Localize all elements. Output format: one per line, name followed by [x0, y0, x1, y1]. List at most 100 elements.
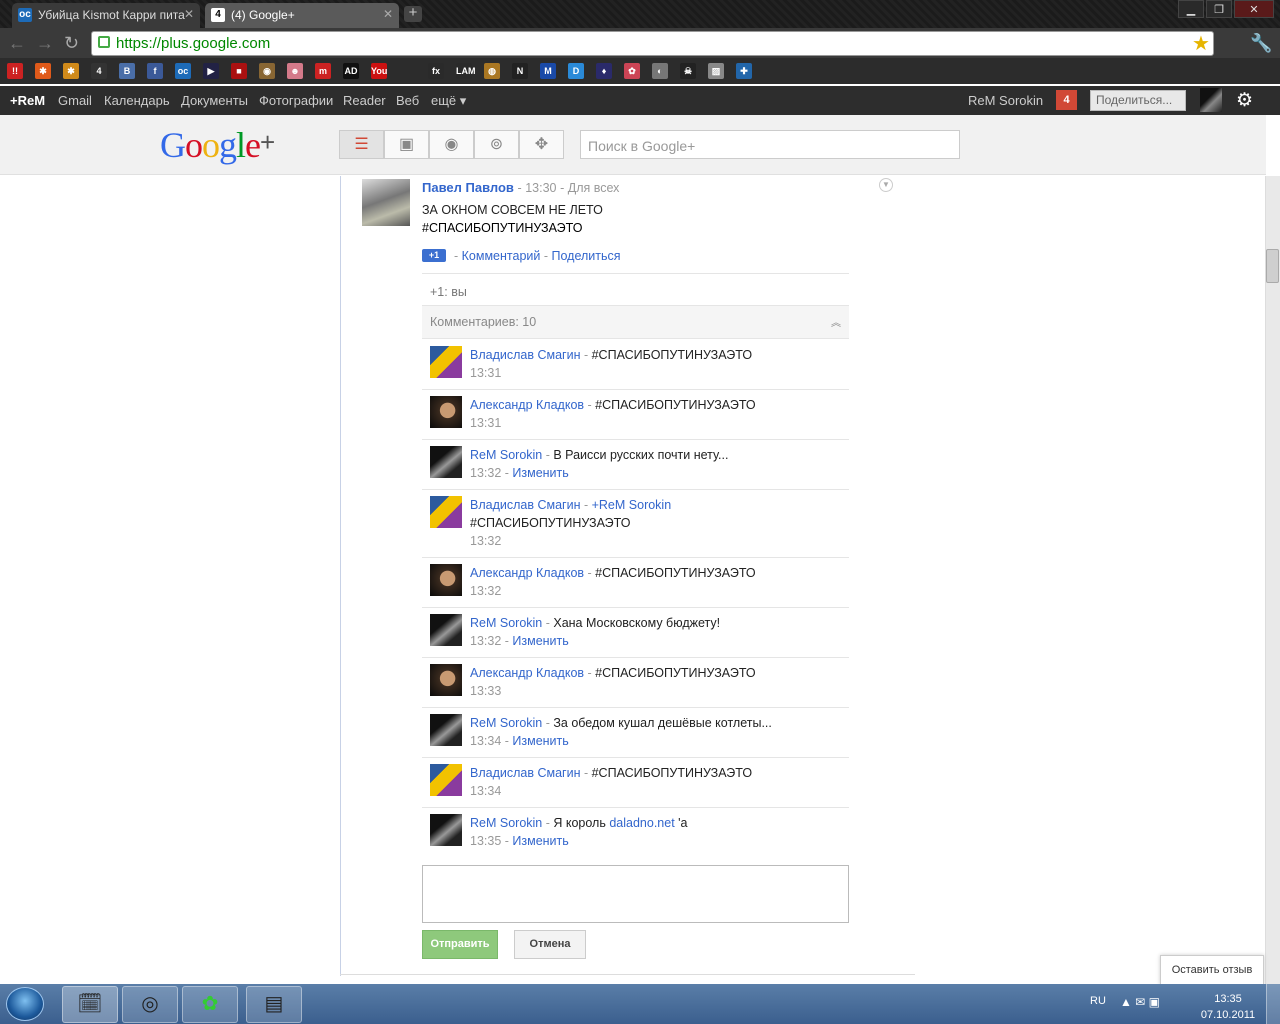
outlook-taskbar-icon[interactable]: 🗓	[62, 986, 118, 1023]
bookmark-17[interactable]: N	[512, 63, 528, 79]
comment-time[interactable]: 13:35	[470, 834, 501, 848]
bookmark-8[interactable]: ■	[231, 63, 247, 79]
minimize-button[interactable]: ▁	[1178, 0, 1204, 18]
bookmark-4[interactable]: В	[119, 63, 135, 79]
share-link[interactable]: Поделиться	[552, 249, 621, 263]
comment-author[interactable]: Александр Кладков	[470, 566, 584, 580]
bookmark-3[interactable]: 4	[91, 63, 107, 79]
icq-taskbar-icon[interactable]: ✿	[182, 986, 238, 1023]
comment-time[interactable]: 13:34	[470, 734, 501, 748]
comment-author[interactable]: Владислав Смагин	[470, 766, 581, 780]
bookmark-6[interactable]: oc	[175, 63, 191, 79]
url-text[interactable]: https://plus.google.com	[116, 35, 270, 52]
bookmark-25[interactable]: ✚	[736, 63, 752, 79]
bookmark-7[interactable]: ▶	[203, 63, 219, 79]
gbar-photos-link[interactable]: Фотографии	[259, 93, 333, 108]
comment-time[interactable]: 13:32	[470, 634, 501, 648]
notifications-badge[interactable]: 4	[1056, 90, 1077, 110]
comment-author[interactable]: ReM Sorokin	[470, 616, 542, 630]
post-visibility[interactable]: Для всех	[568, 181, 620, 195]
bookmark-star-icon[interactable]: ★	[1192, 31, 1210, 56]
bookmark-12[interactable]: AD	[343, 63, 359, 79]
chrome-taskbar-icon[interactable]: ◎	[122, 986, 178, 1023]
close-tab-icon[interactable]: ✕	[383, 7, 393, 21]
avatar[interactable]	[1200, 88, 1222, 112]
comment-time[interactable]: 13:33	[470, 684, 501, 698]
comment-author[interactable]: ReM Sorokin	[470, 448, 542, 462]
bookmark-0[interactable]: !!	[7, 63, 23, 79]
bookmark-1[interactable]: ✱	[35, 63, 51, 79]
comment-time[interactable]: 13:32	[470, 466, 501, 480]
close-tab-icon[interactable]: ✕	[184, 7, 194, 21]
circles-icon[interactable]: ⊚	[474, 130, 519, 159]
avatar[interactable]	[430, 564, 462, 596]
gbar-user-name[interactable]: ReM Sorokin	[968, 93, 1043, 108]
scrollbar-thumb[interactable]	[1266, 249, 1279, 283]
bookmark-24[interactable]: ▨	[708, 63, 724, 79]
profile-icon[interactable]: ◉	[429, 130, 474, 159]
start-button[interactable]	[6, 987, 44, 1021]
comment-author[interactable]: Владислав Смагин	[470, 498, 581, 512]
avatar[interactable]	[430, 764, 462, 796]
gbar-docs-link[interactable]: Документы	[181, 93, 248, 108]
system-monitor-taskbar-icon[interactable]: ▤	[246, 986, 302, 1023]
show-desktop-button[interactable]	[1266, 984, 1280, 1024]
new-tab-button[interactable]: +	[404, 5, 422, 22]
comment-link[interactable]: daladno.net	[609, 816, 674, 830]
bookmark-22[interactable]: ◐	[652, 63, 668, 79]
gbar-calendar-link[interactable]: Календарь	[104, 93, 170, 108]
avatar[interactable]	[430, 496, 462, 528]
search-input[interactable]: Поиск в Google+	[580, 130, 960, 159]
comment-author[interactable]: ReM Sorokin	[470, 816, 542, 830]
bookmark-20[interactable]: ♦	[596, 63, 612, 79]
scrollbar[interactable]	[1265, 176, 1280, 984]
edit-comment-link[interactable]: Изменить	[512, 466, 568, 480]
comment-input[interactable]	[422, 865, 849, 923]
feedback-button[interactable]: Оставить отзыв	[1160, 955, 1264, 985]
gbar-reader-link[interactable]: Reader	[343, 93, 386, 108]
bookmark-14[interactable]: fx	[428, 63, 444, 79]
comment-author[interactable]: Александр Кладков	[470, 666, 584, 680]
comment-author[interactable]: Александр Кладков	[470, 398, 584, 412]
comment-time[interactable]: 13:32	[470, 584, 501, 598]
avatar[interactable]	[362, 179, 410, 226]
bookmark-2[interactable]: ✱	[63, 63, 79, 79]
bookmark-9[interactable]: ◉	[259, 63, 275, 79]
comment-link[interactable]: Комментарий	[462, 249, 541, 263]
comment-time[interactable]: 13:32	[470, 534, 501, 548]
comment-author[interactable]: ReM Sorokin	[470, 716, 542, 730]
avatar[interactable]	[430, 346, 462, 378]
bookmark-15[interactable]: LAM	[456, 63, 476, 79]
avatar[interactable]	[430, 814, 462, 846]
comment-mention[interactable]: +ReM Sorokin	[592, 498, 672, 512]
gbar-plus-profile-link[interactable]: +ReM	[10, 93, 45, 108]
plus-one-button[interactable]: +1	[422, 249, 446, 262]
photos-icon[interactable]: ▣	[384, 130, 429, 159]
comment-time[interactable]: 13:34	[470, 784, 501, 798]
forward-arrow-icon[interactable]: →	[36, 34, 54, 52]
post-time[interactable]: 13:30	[525, 181, 556, 195]
wrench-icon[interactable]: 🔧	[1250, 33, 1272, 54]
games-icon[interactable]: ✥	[519, 130, 564, 159]
gear-icon[interactable]: ⚙	[1236, 89, 1253, 112]
maximize-button[interactable]: ❐	[1206, 0, 1232, 18]
bookmark-13[interactable]: You	[371, 63, 387, 79]
tray-icons[interactable]: ▲ ✉ ▣	[1120, 995, 1160, 1009]
share-button[interactable]: Поделиться...	[1090, 90, 1186, 111]
comment-author[interactable]: Владислав Смагин	[470, 348, 581, 362]
bookmark-16[interactable]: ◍	[484, 63, 500, 79]
tab-kismot[interactable]: oc Убийца Kismot Карри пита ✕	[12, 3, 200, 28]
close-window-button[interactable]: ✕	[1234, 0, 1274, 18]
gbar-more-link[interactable]: ещё ▾	[431, 93, 466, 109]
bookmark-18[interactable]: M	[540, 63, 556, 79]
comment-time[interactable]: 13:31	[470, 366, 501, 380]
comment-time[interactable]: 13:31	[470, 416, 501, 430]
bookmark-23[interactable]: ☠	[680, 63, 696, 79]
bookmark-10[interactable]: ☻	[287, 63, 303, 79]
edit-comment-link[interactable]: Изменить	[512, 734, 568, 748]
bookmark-19[interactable]: D	[568, 63, 584, 79]
edit-comment-link[interactable]: Изменить	[512, 634, 568, 648]
bookmark-11[interactable]: m	[315, 63, 331, 79]
edit-comment-link[interactable]: Изменить	[512, 834, 568, 848]
cancel-button[interactable]: Отмена	[514, 930, 586, 959]
